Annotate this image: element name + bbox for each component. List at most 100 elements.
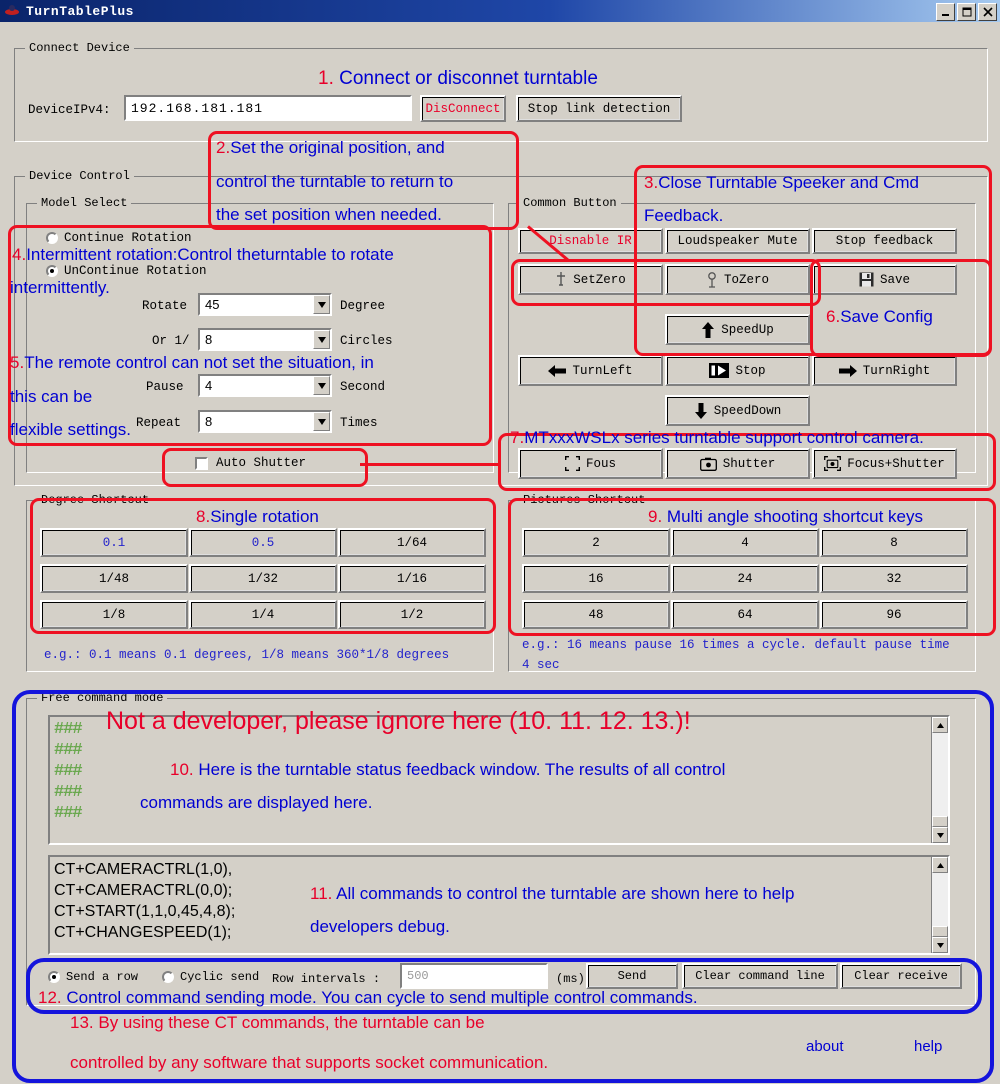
command-scroll-thumb[interactable] (932, 926, 948, 937)
repeat-combo[interactable]: 8 (198, 410, 332, 433)
shortcut-button-1-8[interactable]: 1/8 (40, 600, 188, 629)
shortcut-button-48[interactable]: 48 (522, 600, 670, 629)
shortcut-button-label: 1/8 (102, 607, 126, 622)
focus-shutter-button[interactable]: Focus+Shutter (812, 448, 957, 479)
radio-uncontinue-rotation[interactable]: UnContinue Rotation (46, 264, 207, 278)
shortcut-button-label: 8 (890, 535, 898, 550)
scroll-up-icon[interactable] (932, 717, 948, 733)
circles-combo[interactable]: 8 (198, 328, 332, 351)
shortcut-button-1-2[interactable]: 1/2 (338, 600, 486, 629)
shortcut-button-1-64[interactable]: 1/64 (338, 528, 486, 557)
auto-shutter-label: Auto Shutter (216, 456, 307, 470)
model-select-legend: Model Select (37, 196, 132, 210)
row-intervals-input[interactable]: 500 (400, 963, 548, 989)
turn-left-label: TurnLeft (572, 363, 633, 378)
free-command-mode-legend: Free command mode (37, 691, 168, 705)
radio-send-a-row-label: Send a row (66, 970, 139, 984)
shortcut-button-24[interactable]: 24 (671, 564, 819, 593)
feedback-scrollbar[interactable] (931, 717, 948, 843)
pictures-shortcut-note-1: e.g.: 16 means pause 16 times a cycle. d… (522, 638, 950, 652)
app-logo-icon (4, 4, 20, 18)
shortcut-button-label: 32 (886, 571, 902, 586)
turn-right-label: TurnRight (862, 363, 931, 378)
help-link[interactable]: help (914, 1038, 942, 1055)
loudspeaker-mute-label: Loudspeaker Mute (677, 234, 798, 248)
shortcut-button-4[interactable]: 4 (671, 528, 819, 557)
shortcut-button-0-5[interactable]: 0.5 (189, 528, 337, 557)
shortcut-button-96[interactable]: 96 (820, 600, 968, 629)
maximize-button[interactable] (957, 3, 976, 21)
text-line: ### (54, 783, 83, 802)
shortcut-button-2[interactable]: 2 (522, 528, 670, 557)
shortcut-button-label: 96 (886, 607, 902, 622)
scroll-up-icon[interactable] (932, 857, 948, 873)
set-zero-button[interactable]: SetZero (518, 264, 663, 295)
shutter-button[interactable]: Shutter (665, 448, 810, 479)
shortcut-button-32[interactable]: 32 (820, 564, 968, 593)
pause-value: 4 (205, 378, 213, 393)
focus-button[interactable]: Fous (518, 448, 663, 479)
arrow-down-icon (694, 402, 708, 419)
save-button[interactable]: Save (812, 264, 957, 295)
loudspeaker-mute-button[interactable]: Loudspeaker Mute (665, 228, 810, 254)
shortcut-button-64[interactable]: 64 (671, 600, 819, 629)
close-button[interactable] (978, 3, 997, 21)
chevron-down-icon[interactable] (313, 412, 330, 431)
command-scrollbar[interactable] (931, 857, 948, 953)
send-button[interactable]: Send (586, 963, 678, 989)
stop-feedback-button[interactable]: Stop feedback (812, 228, 957, 254)
turn-right-button[interactable]: TurnRight (812, 355, 957, 386)
stop-link-detection-label: Stop link detection (527, 101, 671, 116)
minimize-button[interactable] (936, 3, 955, 21)
shortcut-button-1-16[interactable]: 1/16 (338, 564, 486, 593)
clear-receive-button[interactable]: Clear receive (840, 963, 962, 989)
pause-combo[interactable]: 4 (198, 374, 332, 397)
repeat-unit-label: Times (340, 416, 378, 430)
speed-up-button[interactable]: SpeedUp (665, 314, 810, 345)
feedback-output-area[interactable]: ### ### ### ### ### (48, 715, 950, 845)
disconnect-button[interactable]: DisConnect (420, 95, 506, 122)
save-label: Save (879, 272, 910, 287)
to-zero-button[interactable]: ToZero (665, 264, 810, 295)
scroll-down-icon[interactable] (932, 827, 948, 843)
radio-continue-rotation[interactable]: Continue Rotation (46, 231, 192, 245)
clear-receive-label: Clear receive (854, 969, 948, 983)
command-input-area[interactable]: CT+CAMERACTRL(1,0), CT+CAMERACTRL(0,0); CT… (48, 855, 950, 955)
annotation-13-number: 13. (70, 1013, 94, 1032)
about-link[interactable]: about (806, 1038, 844, 1055)
shortcut-button-label: 1/64 (396, 535, 427, 550)
scroll-down-icon[interactable] (932, 937, 948, 953)
speed-down-button[interactable]: SpeedDown (665, 395, 810, 426)
pause-label: Pause (146, 380, 184, 394)
feedback-scroll-thumb[interactable] (932, 816, 948, 827)
turn-left-button[interactable]: TurnLeft (518, 355, 663, 386)
radio-send-a-row-dot (48, 971, 60, 983)
shortcut-button-16[interactable]: 16 (522, 564, 670, 593)
shortcut-button-label: 0.1 (102, 535, 126, 550)
chevron-down-icon[interactable] (313, 330, 330, 349)
text-line: ### (54, 741, 83, 760)
text-line: ### (54, 762, 83, 781)
repeat-value: 8 (205, 414, 213, 429)
stop-link-detection-button[interactable]: Stop link detection (516, 95, 682, 122)
auto-shutter-checkbox[interactable]: Auto Shutter (195, 456, 306, 470)
chevron-down-icon[interactable] (313, 376, 330, 395)
chevron-down-icon[interactable] (313, 295, 330, 314)
arrow-right-icon (838, 364, 857, 378)
shortcut-button-1-4[interactable]: 1/4 (189, 600, 337, 629)
device-ip-input[interactable]: 192.168.181.181 (124, 95, 412, 121)
shortcut-button-8[interactable]: 8 (820, 528, 968, 557)
device-control-legend: Device Control (25, 169, 134, 183)
shortcut-button-1-32[interactable]: 1/32 (189, 564, 337, 593)
radio-cyclic-send[interactable]: Cyclic send (162, 970, 259, 984)
shortcut-button-label: 1/4 (251, 607, 275, 622)
disable-ir-button[interactable]: Disnable IR (518, 228, 663, 254)
rotate-degree-combo[interactable]: 45 (198, 293, 332, 316)
shortcut-button-1-48[interactable]: 1/48 (40, 564, 188, 593)
shortcut-button-0-1[interactable]: 0.1 (40, 528, 188, 557)
shortcut-button-label: 0.5 (251, 535, 275, 550)
pictures-shortcut-note-2: 4 sec (522, 658, 560, 672)
stop-button[interactable]: Stop (665, 355, 810, 386)
clear-command-line-button[interactable]: Clear command line (682, 963, 838, 989)
radio-send-a-row[interactable]: Send a row (48, 970, 138, 984)
